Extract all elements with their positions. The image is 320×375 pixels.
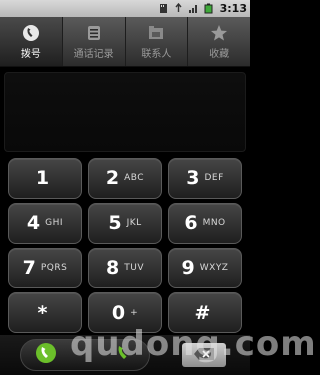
tab-label: 通话记录 [73,48,114,60]
key-letters: WXYZ [199,262,229,273]
key-0[interactable]: 0 + [88,292,162,333]
key-digit: 4 [26,212,41,235]
delete-button[interactable] [182,343,226,367]
tab-contacts[interactable]: 联系人 [126,17,189,66]
key-letters: MNO [202,218,226,229]
star-icon [210,24,228,42]
key-letters: JKL [126,218,142,229]
contacts-icon [147,24,165,42]
battery-icon [203,3,214,14]
tab-favorites[interactable]: 收藏 [188,17,250,66]
tab-dialer[interactable]: 拨号 [0,17,63,66]
tab-label: 收藏 [209,48,230,60]
key-letters: GHI [45,218,64,229]
sd-card-icon [158,3,169,14]
key-digit: 0 [111,301,126,324]
status-bar: 3:13 [0,0,250,17]
key-1[interactable]: 1 [8,158,82,199]
key-3[interactable]: 3 DEF [168,158,242,199]
key-8[interactable]: 8 TUV [88,247,162,289]
key-4[interactable]: 4 GHI [8,202,82,244]
backspace-icon [193,346,215,365]
number-display[interactable] [4,72,246,152]
call-icon [35,342,57,368]
status-time: 3:13 [219,2,247,15]
key-letters: PQRS [40,262,68,273]
tab-call-log[interactable]: 通话记录 [63,17,126,66]
key-2[interactable]: 2 ABC [88,158,162,199]
tab-label: 联系人 [141,48,172,60]
key-6[interactable]: 6 MNO [168,202,242,244]
dial-pad: 1 2 ABC 3 DEF 4 GHI 5 JKL 6 MNO 7 PQRS 8… [4,158,246,333]
key-star[interactable]: * [8,292,82,333]
call-log-icon [85,24,103,42]
key-digit: * [37,301,48,324]
key-7[interactable]: 7 PQRS [8,247,82,289]
key-letters: ABC [124,173,145,184]
key-digit: 7 [22,256,36,279]
signal-icon [188,3,199,14]
call-icon-secondary [113,342,135,368]
key-digit: 8 [106,256,120,279]
key-digit: 9 [181,256,195,279]
key-letters: TUV [124,262,144,273]
tab-label: 拨号 [20,48,41,60]
key-digit: 1 [35,167,50,190]
key-5[interactable]: 5 JKL [88,202,162,244]
key-digit: # [194,301,211,324]
key-digit: 6 [184,212,198,235]
usb-icon [173,3,184,14]
phone-icon [22,24,40,42]
key-letters: + [130,307,139,318]
bottom-action-bar [0,335,250,375]
key-letters: DEF [204,173,224,184]
call-button[interactable] [20,339,150,371]
key-digit: 2 [105,167,120,190]
key-digit: 3 [186,167,200,190]
key-9[interactable]: 9 WXYZ [168,247,242,289]
tab-bar: 拨号 通话记录 联系人 收藏 [0,17,250,67]
key-hash[interactable]: # [168,292,242,333]
key-digit: 5 [108,212,122,235]
